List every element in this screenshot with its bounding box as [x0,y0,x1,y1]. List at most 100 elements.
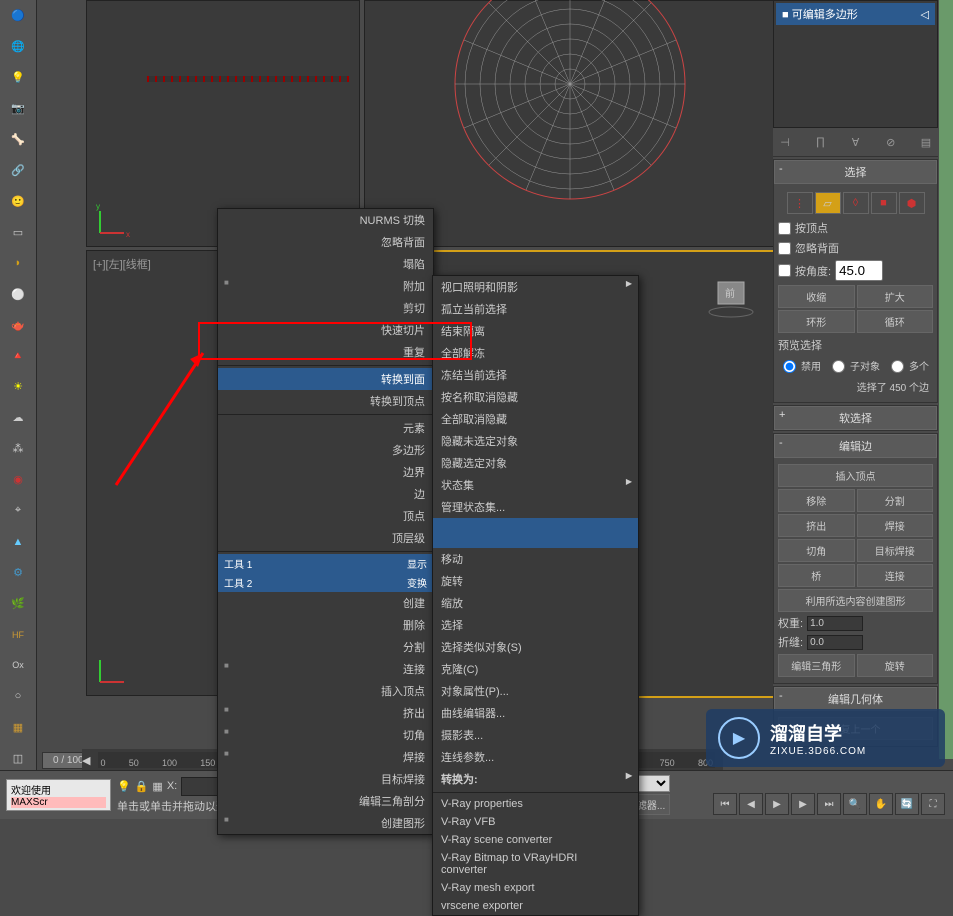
extrude-button[interactable]: 挤出 [778,514,855,537]
vertex-mode-icon[interactable]: ⋮ [787,192,813,214]
border-mode-icon[interactable]: ◊ [843,192,869,214]
ctx-collapse[interactable]: 塌陷 [218,253,433,275]
ctx-hide-unsel[interactable]: 隐藏未选定对象 [433,430,638,452]
ctx-quickslice[interactable]: 快速切片 [218,319,433,341]
tool-light-icon[interactable]: 💡 [4,64,32,91]
viewport-label[interactable]: [+][左][线框] [93,256,151,272]
ring-button[interactable]: 环形 [778,310,855,333]
next-frame-icon[interactable]: ▶ [791,793,815,815]
preview-subobj-radio[interactable] [832,360,845,373]
ctx-convert-to-face[interactable]: 转换到面 [218,368,433,390]
tool-app-icon[interactable]: ◫ [4,745,32,772]
scrollbar[interactable] [939,0,953,759]
preview-multi-radio[interactable] [891,360,904,373]
ctx-split[interactable]: 分割 [218,636,433,658]
tool-gear-icon[interactable]: ⚙ [4,559,32,586]
ctx-obj-props[interactable]: 对象属性(P)... [433,680,638,702]
tool-particle-icon[interactable]: ◉ [4,466,32,493]
ctx-unfreeze-all[interactable]: 全部解冻 [433,342,638,364]
ctx-manage-states[interactable]: 管理状态集... [433,496,638,518]
nav-zoom-icon[interactable]: 🔍 [843,793,867,815]
rollout-header[interactable]: -编辑几何体 [774,687,937,711]
unique-icon[interactable]: ∀ [848,134,864,150]
tool-ox-icon[interactable]: Ox [4,652,32,679]
poly-mode-icon[interactable]: ■ [871,192,897,214]
ctx-scale[interactable]: 缩放 [433,592,638,614]
bridge-button[interactable]: 桥 [778,564,855,587]
ctx-delete[interactable]: 删除 [218,614,433,636]
ctx-end-isolate[interactable]: 结束隔离 [433,320,638,342]
ctx-edge[interactable]: 边 [218,483,433,505]
maxscript-listener[interactable]: 欢迎使用 MAXScr [6,779,111,811]
prev-frame-icon[interactable]: ◀ [739,793,763,815]
ctx-convert-to-vertex[interactable]: 转换到顶点 [218,390,433,412]
tool-ball-icon[interactable]: ⚪ [4,281,32,308]
tool-circle-icon[interactable]: ○ [4,683,32,710]
tool-hair-icon[interactable]: ⁂ [4,435,32,462]
ctx-target-weld[interactable]: 目标焊接 [218,768,433,790]
nav-pan-icon[interactable]: ✋ [869,793,893,815]
ctx-vray-props[interactable]: V-Ray properties [433,795,638,813]
ctx-select-similar[interactable]: 选择类似对象(S) [433,636,638,658]
insert-vertex-button[interactable]: 插入顶点 [778,464,933,487]
tool-teapot-icon[interactable]: 🫖 [4,312,32,339]
ctx-weld[interactable]: 焊接 [218,746,433,768]
nav-max-icon[interactable]: ⛶ [921,793,945,815]
loop-button[interactable]: 循环 [857,310,934,333]
weld-button[interactable]: 焊接 [857,514,934,537]
tool-link-icon[interactable]: 🔗 [4,157,32,184]
ctx-element[interactable]: 元素 [218,417,433,439]
ctx-vray-bitmap[interactable]: V-Ray Bitmap to VRayHDRI converter [433,849,638,879]
preview-off-radio[interactable] [783,360,796,373]
ctx-move[interactable]: 移动 [433,548,638,570]
ctx-clone[interactable]: 克隆(C) [433,658,638,680]
remove-button[interactable]: 移除 [778,489,855,512]
ctx-dope-sheet[interactable]: 摄影表... [433,724,638,746]
ctx-attach[interactable]: 附加 [218,275,433,297]
ctx-border[interactable]: 边界 [218,461,433,483]
weight-input[interactable] [807,616,863,631]
by-vertex-check[interactable] [778,222,791,235]
ctx-ignore-back[interactable]: 忽略背面 [218,231,433,253]
goto-end-icon[interactable]: ⏭ [817,793,841,815]
ctx-vp-lighting[interactable]: 视口照明和阴影 [433,276,638,298]
ctx-curve-editor[interactable]: 曲线编辑器... [433,702,638,724]
modifier-stack[interactable]: ■ 可编辑多边形 ◁ [773,0,938,128]
ctx-isolate[interactable]: 孤立当前选择 [433,298,638,320]
nav-orbit-icon[interactable]: 🔄 [895,793,919,815]
tool-target-icon[interactable]: ⌖ [4,497,32,524]
show-icon[interactable]: ∏ [812,134,828,150]
ignore-back-check[interactable] [778,242,791,255]
ctx-edit-tri[interactable]: 编辑三角剖分 [218,790,433,812]
edit-tri-button[interactable]: 编辑三角形 [778,654,855,677]
tool-sun-icon[interactable]: ☀ [4,373,32,400]
config-icon[interactable]: ▤ [918,134,934,150]
ctx-select[interactable]: 选择 [433,614,638,636]
ctx-insert-vertex[interactable]: 插入顶点 [218,680,433,702]
timeline-left-arrow-icon[interactable]: ◀ [82,754,90,767]
ctx-repeat[interactable]: 重复 [218,341,433,363]
edge-mode-icon[interactable]: ▱ [815,192,841,214]
ctx-vertex[interactable]: 顶点 [218,505,433,527]
ctx-create[interactable]: 创建 [218,592,433,614]
tool-grid-icon[interactable]: ▦ [4,714,32,741]
tool-pyramid-icon[interactable]: ▲ [4,528,32,555]
ctx-create-shape[interactable]: 创建图形 [218,812,433,834]
tool-bone-icon[interactable]: 🦴 [4,126,32,153]
split-button[interactable]: 分割 [857,489,934,512]
ctx-vray-mesh[interactable]: V-Ray mesh export [433,879,638,897]
ctx-cut[interactable]: 剪切 [218,297,433,319]
tool-grass-icon[interactable]: 🌿 [4,590,32,617]
ctx-vray-vfb[interactable]: V-Ray VFB [433,813,638,831]
create-shape-button[interactable]: 利用所选内容创建图形 [778,589,933,612]
lock-icon[interactable]: 🔒 [135,780,149,793]
chamfer-button[interactable]: 切角 [778,539,855,562]
tool-geosphere-icon[interactable]: 🌐 [4,33,32,60]
remove-icon[interactable]: ⊘ [883,134,899,150]
ctx-polygon[interactable]: 多边形 [218,439,433,461]
angle-input[interactable] [835,260,883,281]
tool-dome-icon[interactable]: ◗ [4,250,32,277]
target-weld-button[interactable]: 目标焊接 [857,539,934,562]
turn-button[interactable]: 旋转 [857,654,934,677]
rollout-header[interactable]: -编辑边 [774,434,937,458]
